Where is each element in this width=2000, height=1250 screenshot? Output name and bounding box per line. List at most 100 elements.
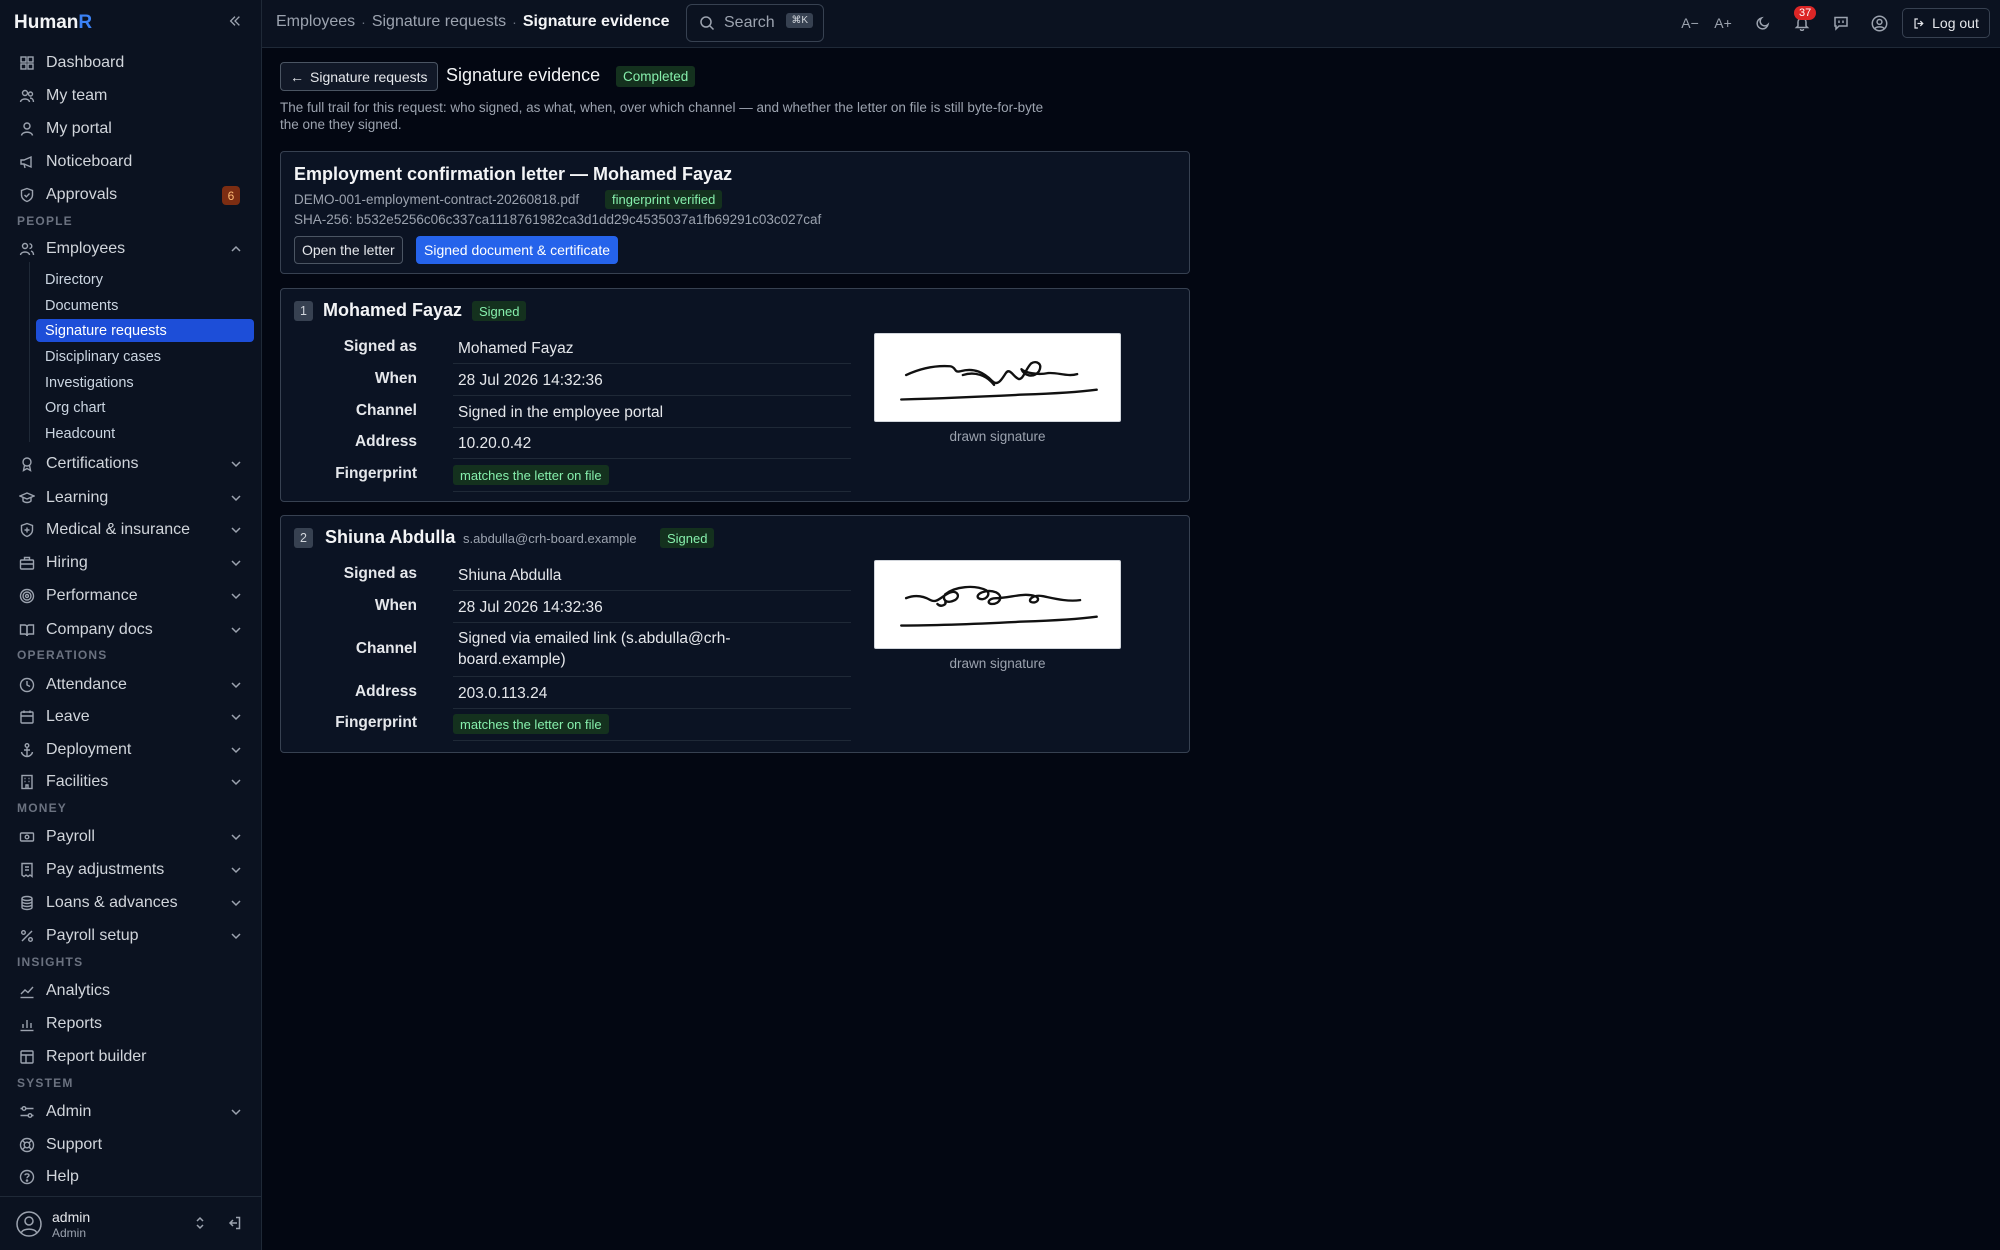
- document-title: Employment confirmation letter — Mohamed…: [294, 164, 733, 184]
- sidebar-group-payroll[interactable]: Payroll: [12, 823, 250, 851]
- value-address: 10.20.0.42: [458, 435, 532, 452]
- sidebar-item-reports[interactable]: Reports: [12, 1010, 250, 1038]
- logout-label: Log out: [1932, 15, 1979, 31]
- breadcrumb-signature-requests[interactable]: Signature requests: [372, 13, 506, 31]
- sidebar-group-company-docs[interactable]: Company docs: [12, 616, 250, 644]
- sidebar-item-label: Attendance: [46, 676, 127, 693]
- coins-icon: [18, 894, 36, 912]
- shield-plus-icon: [18, 521, 36, 539]
- chevron-down-icon: [231, 527, 241, 534]
- signer-email: s.abdulla@crh-board.example: [463, 531, 637, 546]
- dashboard-icon: [18, 54, 36, 72]
- sidebar-subitem-directory[interactable]: Directory: [36, 268, 254, 291]
- signer-index: 1: [294, 301, 313, 321]
- sidebar-group-pay-adjustments[interactable]: Pay adjustments: [12, 856, 250, 884]
- label-address: Address: [354, 683, 417, 700]
- signer-name: Shiuna Abdulla: [325, 527, 456, 547]
- value-signed-as: Mohamed Fayaz: [458, 340, 574, 357]
- sidebar-subitem-documents[interactable]: Documents: [36, 294, 254, 317]
- sidebar-item-my-portal[interactable]: My portal: [12, 115, 250, 143]
- sidebar-item-label: Support: [46, 1136, 103, 1153]
- row-divider: [453, 458, 851, 459]
- notifications-count-badge: 37: [1794, 6, 1817, 20]
- sidebar-group-hiring[interactable]: Hiring: [12, 549, 250, 577]
- search-button[interactable]: Search ⌘K: [686, 4, 824, 42]
- sidebar-item-noticeboard[interactable]: Noticeboard: [12, 148, 250, 176]
- receipt-icon: [18, 861, 36, 879]
- breadcrumb-employees[interactable]: Employees: [276, 13, 355, 31]
- sidebar-subitem-disciplinary-cases[interactable]: Disciplinary cases: [36, 345, 254, 368]
- avatar: [16, 1211, 42, 1237]
- percent-icon: [18, 927, 36, 945]
- sidebar-item-label: Payroll: [46, 828, 95, 845]
- search-icon: [700, 16, 715, 31]
- sidebar-group-learning[interactable]: Learning: [12, 484, 250, 512]
- chevron-down-icon: [231, 900, 241, 907]
- signature-image: [874, 333, 1121, 422]
- sidebar-item-label: Medical & insurance: [46, 521, 191, 538]
- user-menu[interactable]: admin Admin: [0, 1196, 262, 1250]
- open-letter-button[interactable]: Open the letter: [294, 236, 403, 264]
- sidebar-subitem-signature-requests[interactable]: Signature requests: [36, 319, 254, 342]
- logout-button[interactable]: Log out: [1902, 8, 1990, 38]
- document-card: Employment confirmation letter — Mohamed…: [280, 151, 1190, 274]
- signer-index: 2: [294, 528, 313, 548]
- sidebar-item-analytics[interactable]: Analytics: [12, 977, 250, 1005]
- sidebar-group-medical-insurance[interactable]: Medical & insurance: [12, 516, 250, 544]
- sidebar-subitem-org-chart[interactable]: Org chart: [36, 396, 254, 419]
- collapse-sidebar-icon[interactable]: [224, 10, 246, 32]
- sidebar-item-label: Reports: [46, 1015, 103, 1032]
- signed-document-button[interactable]: Signed document & certificate: [416, 236, 618, 264]
- sidebar-item-report-builder[interactable]: Report builder: [12, 1043, 250, 1071]
- font-decrease-button[interactable]: A−: [1679, 12, 1701, 34]
- user-circle-icon[interactable]: [1868, 12, 1890, 34]
- sidebar-item-label: Admin: [46, 1103, 92, 1120]
- value-channel: Signed in the employee portal: [458, 404, 664, 421]
- sidebar-item-my-team[interactable]: My team: [12, 82, 250, 110]
- logout-icon[interactable]: [226, 1215, 242, 1231]
- sidebar-item-dashboard[interactable]: Dashboard: [12, 49, 250, 77]
- sliders-icon: [18, 1103, 36, 1121]
- moon-icon[interactable]: [1752, 12, 1774, 34]
- megaphone-icon: [18, 153, 36, 171]
- document-filename: DEMO-001-employment-contract-20260818.pd…: [294, 192, 580, 207]
- document-hash: SHA-256: b532e5256c06c337ca1118761982ca3…: [294, 212, 822, 227]
- chevron-down-icon: [231, 627, 241, 634]
- section-label-system: SYSTEM: [17, 1076, 74, 1090]
- font-increase-button[interactable]: A+: [1712, 12, 1734, 34]
- sidebar-group-performance[interactable]: Performance: [12, 582, 250, 610]
- section-label-people: PEOPLE: [17, 214, 73, 228]
- sidebar-group-facilities[interactable]: Facilities: [12, 768, 250, 796]
- sidebar-item-help[interactable]: Help: [12, 1163, 250, 1191]
- sidebar-group-admin[interactable]: Admin: [12, 1098, 250, 1126]
- sidebar-subitem-headcount[interactable]: Headcount: [36, 422, 254, 445]
- row-divider: [453, 622, 851, 623]
- label-fingerprint: Fingerprint: [335, 714, 417, 731]
- sidebar-group-leave[interactable]: Leave: [12, 703, 250, 731]
- chevron-down-icon: [231, 560, 241, 567]
- sidebar-group-payroll-setup[interactable]: Payroll setup: [12, 922, 250, 950]
- section-label-money: MONEY: [17, 801, 68, 815]
- sidebar-group-employees[interactable]: Employees: [12, 235, 250, 263]
- value-signed-as: Shiuna Abdulla: [458, 567, 562, 584]
- sidebar-item-support[interactable]: Support: [12, 1131, 250, 1159]
- sidebar-item-approvals[interactable]: Approvals 6: [12, 181, 250, 209]
- sidebar-group-attendance[interactable]: Attendance: [12, 671, 250, 699]
- label-signed-as: Signed as: [343, 338, 417, 355]
- user-icon: [18, 120, 36, 138]
- label-when: When: [374, 370, 417, 387]
- chevrons-up-down-icon[interactable]: [192, 1215, 208, 1231]
- brand-logo[interactable]: HumanR: [14, 12, 92, 34]
- back-button[interactable]: ← Signature requests: [280, 62, 438, 91]
- signature-caption: drawn signature: [949, 429, 1046, 444]
- sidebar-group-certifications[interactable]: Certifications: [12, 450, 250, 478]
- fingerprint-verified-badge: fingerprint verified: [605, 190, 723, 209]
- row-divider: [453, 427, 851, 428]
- sidebar-group-loans-advances[interactable]: Loans & advances: [12, 889, 250, 917]
- sidebar-group-deployment[interactable]: Deployment: [12, 736, 250, 764]
- label-channel: Channel: [355, 402, 417, 419]
- breadcrumb-separator: ·: [361, 14, 366, 30]
- row-divider: [453, 491, 851, 492]
- sidebar-subitem-investigations[interactable]: Investigations: [36, 371, 254, 394]
- message-square-icon[interactable]: [1830, 12, 1852, 34]
